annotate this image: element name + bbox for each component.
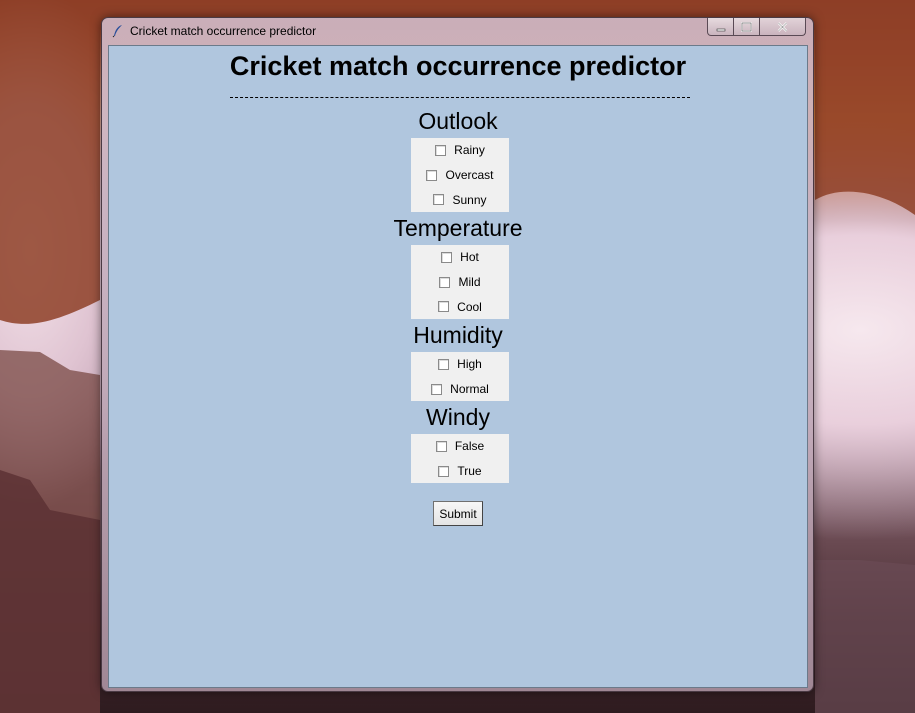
hot-checkbox[interactable] xyxy=(441,251,453,263)
temperature-option-cool[interactable]: Cool xyxy=(411,294,509,319)
high-checkbox[interactable] xyxy=(438,358,450,370)
rainy-label: Rainy xyxy=(454,143,485,158)
cool-label: Cool xyxy=(457,299,482,314)
normal-checkbox[interactable] xyxy=(431,383,443,395)
overcast-checkbox[interactable] xyxy=(426,169,438,181)
false-checkbox[interactable] xyxy=(435,440,447,452)
maximize-icon xyxy=(741,17,752,36)
windy-option-true[interactable]: True xyxy=(411,459,509,484)
outlook-option-sunny[interactable]: Sunny xyxy=(411,187,509,212)
temperature-label: Temperature xyxy=(393,215,523,241)
rainy-checkbox[interactable] xyxy=(435,144,447,156)
windy-label: Windy xyxy=(426,404,490,430)
overcast-label: Overcast xyxy=(445,168,494,183)
sunny-label: Sunny xyxy=(452,192,487,207)
humidity-label: Humidity xyxy=(413,322,503,348)
window-client-area: Cricket match occurrence predictor Outlo… xyxy=(108,45,808,688)
humidity-option-high[interactable]: High xyxy=(411,352,509,377)
minimize-button[interactable] xyxy=(707,18,734,36)
hot-label: Hot xyxy=(460,250,479,265)
sunny-checkbox[interactable] xyxy=(433,194,445,206)
app-window: Cricket match occurrence predictor Crick… xyxy=(101,17,814,692)
window-title: Cricket match occurrence predictor xyxy=(130,24,317,38)
humidity-options: High Normal xyxy=(411,352,509,401)
title-bar[interactable]: Cricket match occurrence predictor xyxy=(102,18,813,44)
minimize-icon xyxy=(716,17,726,36)
windy-option-false[interactable]: False xyxy=(411,434,509,459)
mild-checkbox[interactable] xyxy=(439,276,451,288)
mild-label: Mild xyxy=(458,275,481,290)
temperature-option-mild[interactable]: Mild xyxy=(411,270,509,295)
cool-checkbox[interactable] xyxy=(438,301,450,313)
maximize-button[interactable] xyxy=(734,18,760,36)
close-button[interactable] xyxy=(760,18,806,36)
window-controls xyxy=(707,18,806,37)
false-label: False xyxy=(454,439,485,454)
high-label: High xyxy=(457,357,482,372)
feather-icon xyxy=(111,23,125,38)
outlook-option-overcast[interactable]: Overcast xyxy=(411,163,509,188)
close-icon xyxy=(777,17,788,36)
outlook-label: Outlook xyxy=(418,108,498,134)
page-title: Cricket match occurrence predictor xyxy=(229,51,687,81)
title-divider xyxy=(230,97,690,98)
windy-options: False True xyxy=(411,434,509,483)
true-label: True xyxy=(457,464,482,479)
temperature-option-hot[interactable]: Hot xyxy=(411,245,509,270)
temperature-options: Hot Mild Cool xyxy=(411,245,509,319)
true-checkbox[interactable] xyxy=(438,465,450,477)
outlook-options: Rainy Overcast Sunny xyxy=(411,138,509,212)
outlook-option-rainy[interactable]: Rainy xyxy=(411,138,509,163)
normal-label: Normal xyxy=(450,382,489,397)
submit-button[interactable]: Submit xyxy=(433,501,483,526)
humidity-option-normal[interactable]: Normal xyxy=(411,377,509,402)
